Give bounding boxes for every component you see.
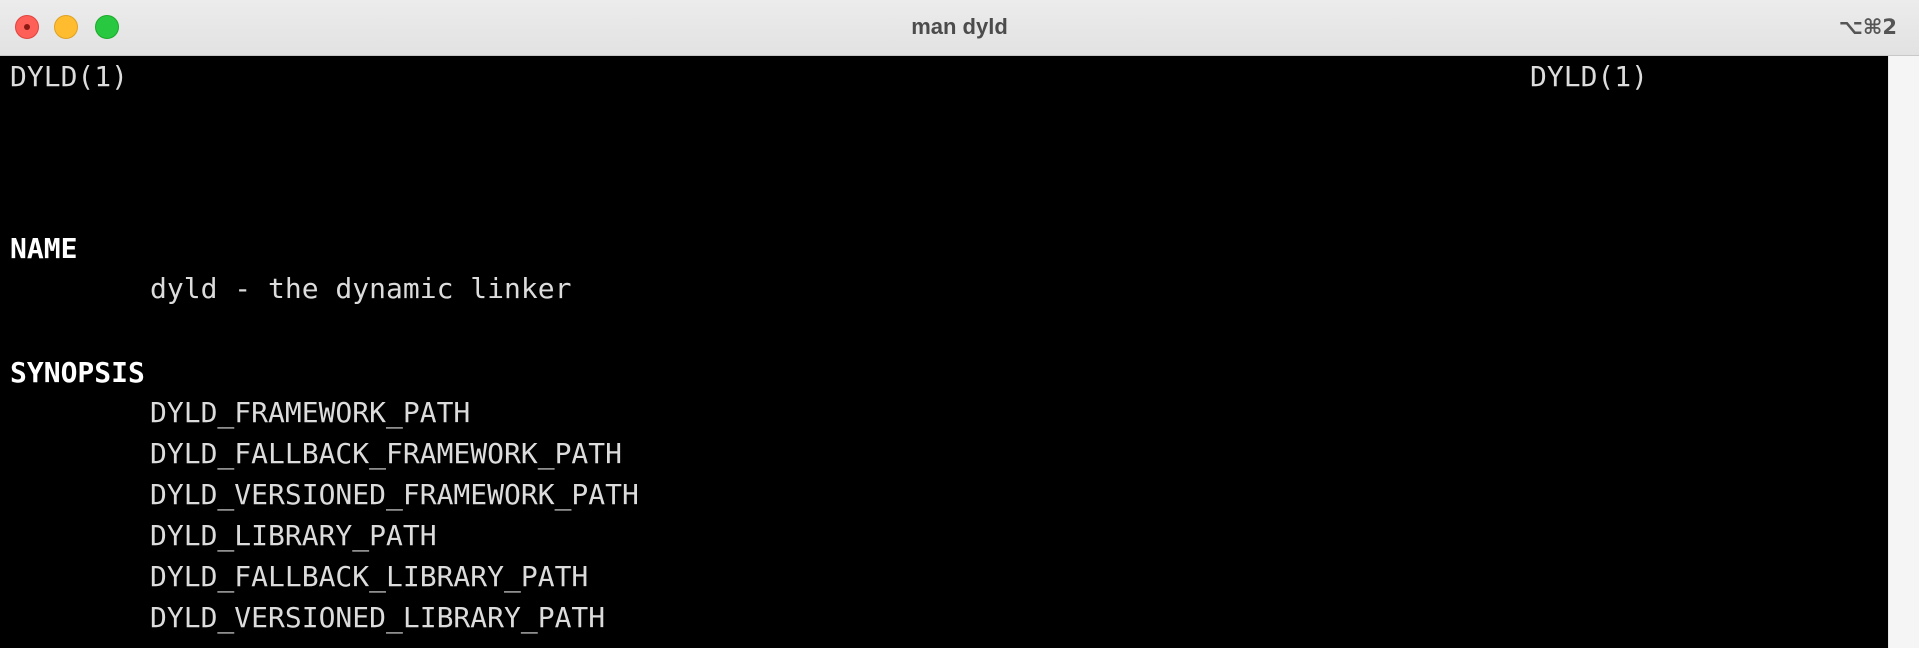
synopsis-env-var: DYLD_FRAMEWORK_PATH — [150, 396, 471, 429]
man-header-left: DYLD(1) — [10, 60, 129, 93]
terminal-content[interactable]: DYLD(1) DYLD(1) NAME dyld - the dynamic … — [0, 56, 1888, 648]
window-shortcut-label: ⌥⌘2 — [1838, 15, 1897, 39]
synopsis-env-var: DYLD_VERSIONED_LIBRARY_PATH — [150, 601, 606, 634]
synopsis-env-var: DYLD_LIBRARY_PATH — [150, 519, 437, 552]
title-bar[interactable]: man dyld ⌥⌘2 — [0, 0, 1919, 56]
man-header-right: DYLD(1) — [1530, 60, 1649, 93]
synopsis-env-var: DYLD_VERSIONED_FRAMEWORK_PATH — [150, 478, 639, 511]
section-heading-name: NAME — [10, 232, 78, 265]
synopsis-env-var: DYLD_FALLBACK_LIBRARY_PATH — [150, 560, 589, 593]
synopsis-env-var: DYLD_FALLBACK_FRAMEWORK_PATH — [150, 437, 623, 470]
name-description: dyld - the dynamic linker — [150, 272, 572, 305]
vertical-scrollbar[interactable] — [1888, 56, 1919, 648]
section-heading-synopsis: SYNOPSIS — [10, 356, 145, 389]
window-title: man dyld — [911, 14, 1008, 39]
terminal-window: man dyld ⌥⌘2 DYLD(1) DYLD(1) NAME dyld -… — [0, 0, 1919, 648]
